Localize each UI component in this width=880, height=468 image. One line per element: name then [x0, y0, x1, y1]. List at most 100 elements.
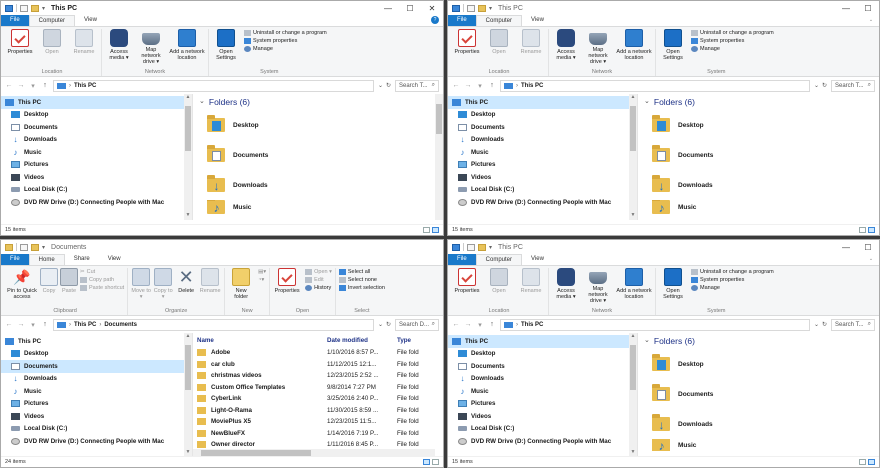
column-header-name[interactable]: Name [193, 333, 323, 347]
tab-computer[interactable]: Computer [475, 15, 523, 26]
open-button[interactable]: Open [485, 29, 513, 55]
properties-button[interactable]: Properties [6, 29, 34, 55]
nav-item-local-disk[interactable]: Local Disk (C:) [448, 423, 637, 436]
forward-arrow-icon[interactable]: → [17, 82, 25, 89]
nav-item-pictures[interactable]: Pictures [448, 159, 637, 172]
nav-item-videos[interactable]: Videos [1, 171, 192, 184]
content-scrollbar[interactable] [435, 94, 443, 220]
open-dropdown-button[interactable]: Open ▾ [305, 269, 332, 275]
details-view-icon[interactable] [423, 459, 430, 465]
invert-selection-button[interactable]: Invert selection [338, 285, 385, 291]
snap-divider-vertical[interactable] [444, 0, 447, 468]
properties-quick-icon[interactable] [20, 243, 28, 251]
copy-path-button[interactable]: Copy path [80, 277, 124, 283]
customize-qat-icon[interactable]: ▾ [42, 5, 45, 12]
rename-button[interactable]: Rename [199, 268, 221, 294]
table-row[interactable]: Light-O-Rama 11/30/2015 8:59 ... File fold [193, 405, 443, 417]
rename-button[interactable]: Rename [517, 29, 545, 55]
details-view-icon[interactable] [423, 227, 430, 233]
select-all-button[interactable]: Select all [338, 269, 385, 275]
nav-item-pictures[interactable]: Pictures [448, 398, 637, 411]
table-row[interactable]: car club 11/12/2015 12:1... File fold [193, 359, 443, 371]
new-item-icon[interactable]: ▤▾ [258, 269, 266, 275]
up-arrow-icon[interactable]: ↑ [488, 321, 496, 328]
title-bar[interactable]: ▾ Documents [1, 240, 443, 254]
open-button[interactable]: Open [485, 268, 513, 294]
address-field[interactable]: › This PC [53, 79, 374, 92]
scroll-down-icon[interactable]: ▼ [629, 212, 637, 220]
access-media-button[interactable]: Access media ▾ [552, 29, 580, 61]
folder-tile-documents[interactable]: Documents [199, 140, 443, 170]
minimize-icon[interactable]: — [835, 1, 857, 15]
tab-view[interactable]: View [522, 254, 553, 265]
address-dropdown-icon[interactable]: ⌄ [814, 82, 819, 89]
nav-item-pictures[interactable]: Pictures [1, 398, 192, 411]
folder-tile-music[interactable]: ♪ Music [644, 200, 879, 214]
history-button[interactable]: History [305, 285, 332, 291]
nav-item-documents[interactable]: Documents [1, 360, 192, 373]
close-icon[interactable]: ✕ [421, 1, 443, 15]
forward-arrow-icon[interactable]: → [464, 321, 472, 328]
table-row[interactable]: Custom Office Templates 9/8/2014 7:27 PM F… [193, 382, 443, 394]
tab-file[interactable]: File [1, 15, 29, 26]
pin-quick-access-button[interactable]: 📌 Pin to Quick access [6, 268, 38, 300]
nav-item-this-pc[interactable]: This PC [448, 335, 637, 348]
new-folder-quick-icon[interactable] [31, 4, 39, 12]
title-bar[interactable]: ▾ This PC — ☐ [448, 240, 879, 254]
forward-arrow-icon[interactable]: → [17, 321, 25, 328]
nav-item-videos[interactable]: Videos [448, 171, 637, 184]
system-properties-button[interactable]: System properties [691, 38, 774, 44]
manage-button[interactable]: Manage [691, 46, 774, 52]
folder-tile-desktop[interactable]: Desktop [199, 110, 443, 140]
up-arrow-icon[interactable]: ↑ [488, 82, 496, 89]
tab-view[interactable]: View [75, 15, 106, 26]
tiles-view-icon[interactable] [868, 459, 875, 465]
collapse-ribbon-icon[interactable]: ⌄ [867, 255, 875, 263]
nav-item-dvd-drive[interactable]: DVD RW Drive (D:) Connecting People with… [448, 196, 637, 209]
recent-locations-icon[interactable]: ▾ [476, 82, 484, 90]
nav-item-desktop[interactable]: Desktop [1, 109, 192, 122]
scroll-up-icon[interactable]: ▲ [184, 94, 192, 102]
cut-button[interactable]: ✂ Cut [80, 269, 124, 275]
breadcrumb-this-pc[interactable]: This PC [74, 322, 96, 328]
scroll-thumb[interactable] [436, 104, 442, 134]
open-button[interactable]: Open [38, 29, 66, 55]
nav-item-this-pc[interactable]: This PC [1, 335, 192, 348]
nav-scrollbar[interactable]: ▲ ▼ [629, 333, 637, 457]
tab-file[interactable]: File [448, 15, 476, 26]
collapse-ribbon-icon[interactable]: ⌄ [867, 16, 875, 24]
collapse-chevron-icon[interactable]: ⌄ [644, 333, 650, 349]
folder-tile-desktop[interactable]: Desktop [644, 349, 879, 379]
nav-scrollbar[interactable]: ▲ ▼ [629, 94, 637, 220]
recent-locations-icon[interactable]: ▾ [476, 321, 484, 329]
breadcrumb-documents[interactable]: Documents [104, 322, 137, 328]
tiles-view-icon[interactable] [432, 227, 439, 233]
edit-button[interactable]: Edit [305, 277, 332, 283]
details-view-icon[interactable] [859, 227, 866, 233]
help-icon[interactable]: ? [431, 16, 439, 24]
maximize-icon[interactable]: ☐ [857, 1, 879, 15]
nav-item-dvd-drive[interactable]: DVD RW Drive (D:) Connecting People with… [448, 435, 637, 448]
table-row[interactable]: Adobe 1/10/2016 8:57 P... File fold [193, 347, 443, 359]
tab-home[interactable]: Home [28, 254, 65, 265]
address-field[interactable]: › This PC › Documents [53, 318, 374, 331]
refresh-icon[interactable]: ↻ [386, 321, 391, 328]
breadcrumb-this-pc[interactable]: This PC [521, 322, 543, 328]
nav-item-downloads[interactable]: ↓ Downloads [1, 373, 192, 386]
back-arrow-icon[interactable]: ← [5, 82, 13, 89]
uninstall-program-button[interactable]: Uninstall or change a program [691, 269, 774, 275]
address-dropdown-icon[interactable]: ⌄ [378, 321, 383, 328]
open-settings-button[interactable]: Open Settings [659, 29, 687, 61]
back-arrow-icon[interactable]: ← [452, 82, 460, 89]
column-header-type[interactable]: Type [393, 333, 443, 347]
search-input[interactable]: Search T... ⌕ [395, 79, 439, 92]
scroll-thumb[interactable] [630, 345, 636, 390]
folders-section-header[interactable]: ⌄ Folders (6) [644, 333, 879, 349]
table-row[interactable]: CyberLink 3/25/2016 2:40 P... File fold [193, 393, 443, 405]
refresh-icon[interactable]: ↻ [822, 82, 827, 89]
properties-quick-icon[interactable] [20, 4, 28, 12]
folder-tile-music[interactable]: ♪ Music [199, 200, 443, 214]
select-none-button[interactable]: Select none [338, 277, 385, 283]
maximize-icon[interactable]: ☐ [399, 1, 421, 15]
rename-button[interactable]: Rename [517, 268, 545, 294]
